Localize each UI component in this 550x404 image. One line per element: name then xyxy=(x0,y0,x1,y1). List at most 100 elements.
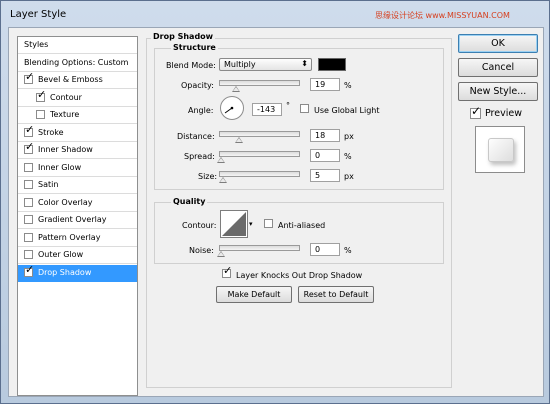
styles-list-item-label: Blending Options: Custom xyxy=(24,57,129,67)
cancel-button[interactable]: Cancel xyxy=(458,58,538,77)
distance-slider-thumb[interactable] xyxy=(235,137,244,143)
noise-slider[interactable] xyxy=(217,245,300,257)
contour-picker[interactable] xyxy=(220,210,248,238)
style-enable-checkbox[interactable] xyxy=(24,180,33,189)
opacity-unit: % xyxy=(344,81,352,90)
styles-list-item-label: Inner Glow xyxy=(38,162,82,172)
styles-list-item[interactable]: ✓ Contour xyxy=(18,88,137,107)
style-enable-checkbox[interactable] xyxy=(24,250,33,259)
angle-label: Angle: xyxy=(188,106,214,115)
preview-shape xyxy=(488,138,514,162)
noise-input[interactable]: 0 xyxy=(310,243,340,256)
checkmark-icon: ✓ xyxy=(25,140,35,153)
style-enable-checkbox[interactable] xyxy=(24,215,33,224)
checkmark-icon: ✓ xyxy=(471,104,482,118)
layer-knocks-out-checkbox[interactable]: ✓ xyxy=(222,265,232,278)
styles-list-item[interactable]: ✓ Drop Shadow xyxy=(18,263,137,282)
checkmark-icon: ✓ xyxy=(25,262,35,276)
spread-slider-thumb[interactable] xyxy=(217,157,225,163)
structure-title: Structure xyxy=(171,43,218,52)
anti-aliased-checkbox[interactable] xyxy=(264,219,273,228)
opacity-input[interactable]: 19 xyxy=(310,78,340,91)
styles-list-item[interactable]: ✓ Stroke xyxy=(18,123,137,142)
styles-list-item[interactable]: Gradient Overlay xyxy=(18,212,137,229)
angle-dial[interactable] xyxy=(220,96,244,120)
spread-label: Spread: xyxy=(184,152,215,161)
preview-label: Preview xyxy=(485,108,522,119)
opacity-label: Opacity: xyxy=(181,81,214,90)
spread-unit: % xyxy=(344,152,352,161)
styles-list-item[interactable]: Styles xyxy=(18,37,137,54)
styles-list-item[interactable]: Texture xyxy=(18,107,137,124)
noise-unit: % xyxy=(344,246,352,255)
styles-list-item-label: Satin xyxy=(38,180,59,189)
shadow-color-swatch[interactable] xyxy=(318,58,346,71)
style-enable-checkbox[interactable]: ✓ xyxy=(24,123,34,137)
checkmark-icon: ✓ xyxy=(223,264,233,277)
opacity-slider-thumb[interactable] xyxy=(231,86,240,92)
size-slider-thumb[interactable] xyxy=(218,177,227,183)
contour-linear-icon xyxy=(222,212,246,236)
size-label: Size: xyxy=(198,172,218,181)
layer-style-dialog: Layer Style 思缘设计论坛 www.MISSYUAN.COM Styl… xyxy=(0,0,550,404)
styles-list-item[interactable]: Color Overlay xyxy=(18,195,137,212)
angle-input[interactable]: -143 xyxy=(252,103,282,116)
opacity-slider[interactable] xyxy=(219,80,300,92)
spread-input[interactable]: 0 xyxy=(310,149,340,162)
styles-list-item[interactable]: Blending Options: Custom xyxy=(18,55,137,72)
ok-button[interactable]: OK xyxy=(458,34,538,53)
style-enable-checkbox[interactable] xyxy=(24,162,33,172)
styles-list-item-label: Inner Shadow xyxy=(38,145,93,154)
watermark-text: 思缘设计论坛 www.MISSYUAN.COM xyxy=(375,11,510,20)
styles-list-item-label: Styles xyxy=(24,40,49,49)
new-style-button[interactable]: New Style... xyxy=(458,82,538,101)
styles-list-item[interactable]: Satin xyxy=(18,177,137,194)
size-slider[interactable] xyxy=(218,171,300,183)
styles-list-item-label: Gradient Overlay xyxy=(38,215,107,224)
angle-unit: ° xyxy=(286,101,290,110)
distance-slider[interactable] xyxy=(219,131,300,143)
styles-list-item[interactable]: ✓ Inner Shadow xyxy=(18,141,137,159)
styles-list-item[interactable]: ✓ Bevel & Emboss xyxy=(18,71,137,89)
size-unit: px xyxy=(344,172,354,181)
preview-checkbox[interactable]: ✓ xyxy=(470,104,482,119)
make-default-button[interactable]: Make Default xyxy=(216,286,292,303)
styles-list-item-label: Pattern Overlay xyxy=(38,232,101,242)
styles-list-item[interactable]: Outer Glow xyxy=(18,247,137,264)
noise-slider-thumb[interactable] xyxy=(217,251,225,257)
styles-list-item[interactable]: Inner Glow xyxy=(18,160,137,177)
styles-list-item-label: Color Overlay xyxy=(38,197,93,207)
distance-unit: px xyxy=(344,132,354,141)
reset-to-default-button[interactable]: Reset to Default xyxy=(298,286,374,303)
style-enable-checkbox[interactable]: ✓ xyxy=(24,71,34,84)
contour-dropdown-arrow-icon[interactable]: ▾ xyxy=(249,220,253,228)
chevron-down-icon: ⬍ xyxy=(301,59,308,68)
noise-label: Noise: xyxy=(189,246,214,255)
style-enable-checkbox[interactable] xyxy=(24,232,33,242)
spread-slider[interactable] xyxy=(217,151,300,163)
styles-list-item-label: Stroke xyxy=(38,127,64,137)
style-enable-checkbox[interactable] xyxy=(24,197,33,207)
styles-list-item-label: Contour xyxy=(50,92,82,102)
styles-list-item-label: Bevel & Emboss xyxy=(38,75,103,84)
styles-list-item[interactable]: Pattern Overlay xyxy=(18,230,137,247)
drop-shadow-title: Drop Shadow xyxy=(151,32,216,41)
title-bar[interactable]: Layer Style 思缘设计论坛 www.MISSYUAN.COM xyxy=(1,1,549,27)
quality-title: Quality xyxy=(171,197,208,206)
size-input[interactable]: 5 xyxy=(310,169,340,182)
layer-knocks-out-label: Layer Knocks Out Drop Shadow xyxy=(236,271,363,280)
style-enable-checkbox[interactable]: ✓ xyxy=(24,141,34,154)
dialog-title: Layer Style xyxy=(10,9,67,20)
blend-mode-select[interactable]: Multiply ⬍ xyxy=(219,58,312,71)
checkmark-icon: ✓ xyxy=(25,70,35,83)
style-enable-checkbox[interactable]: ✓ xyxy=(24,263,34,277)
distance-input[interactable]: 18 xyxy=(310,129,340,142)
style-enable-checkbox[interactable]: ✓ xyxy=(36,88,46,102)
style-preview-thumbnail xyxy=(475,126,525,173)
style-enable-checkbox[interactable] xyxy=(36,110,45,119)
angle-dial-needle-icon xyxy=(224,106,234,114)
use-global-light-label: Use Global Light xyxy=(314,106,380,115)
blend-mode-value: Multiply xyxy=(224,60,256,69)
use-global-light-checkbox[interactable] xyxy=(300,104,309,113)
contour-label: Contour: xyxy=(182,221,217,230)
